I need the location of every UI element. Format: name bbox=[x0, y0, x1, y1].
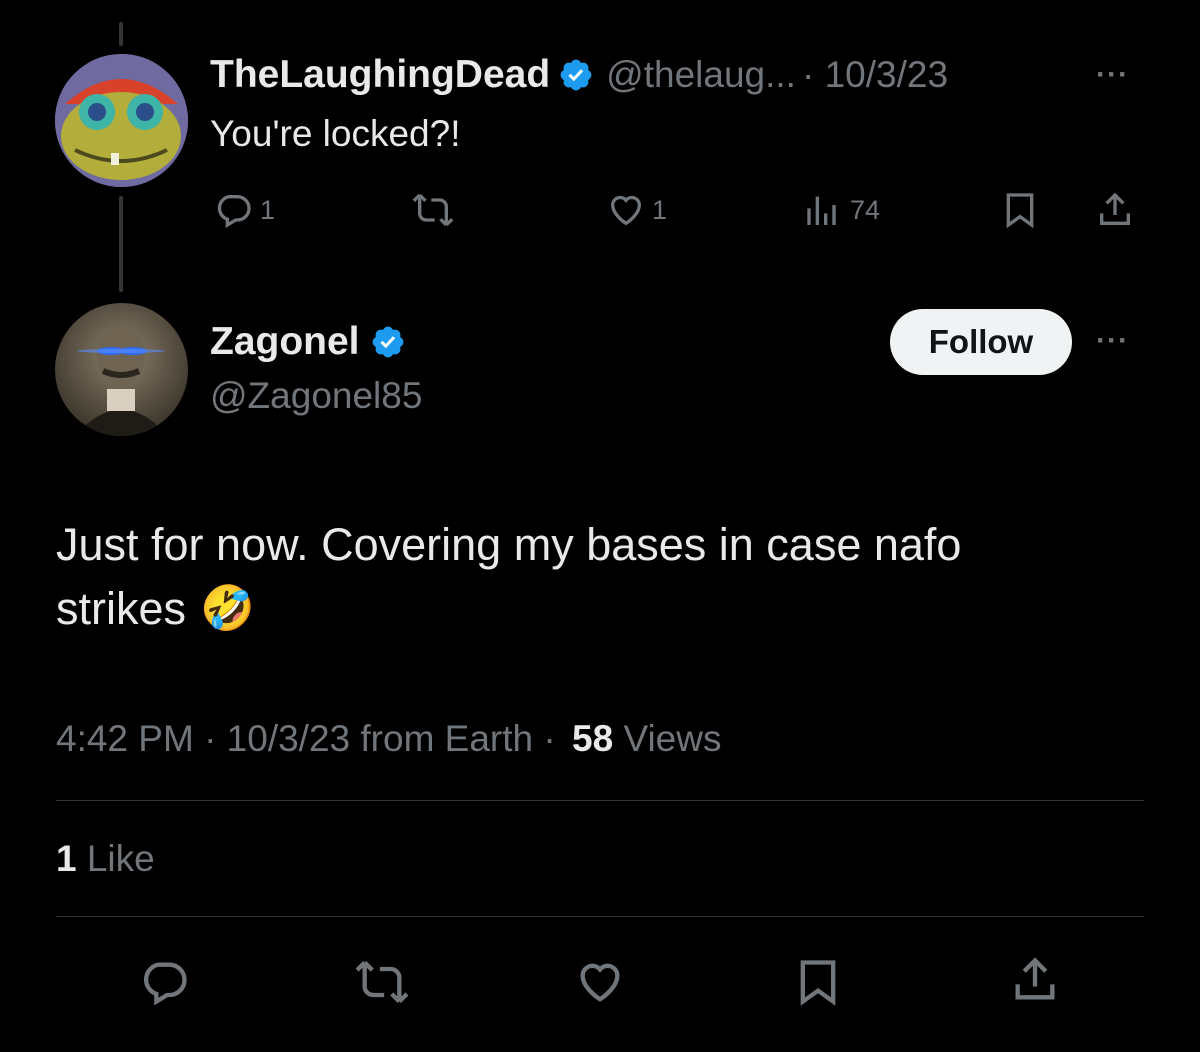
retweet-icon bbox=[355, 960, 409, 1004]
avatar-image bbox=[55, 54, 188, 187]
like-count: 1 bbox=[652, 194, 668, 225]
reply-button[interactable] bbox=[139, 956, 191, 1008]
tweet-timestamp[interactable]: 4:42 PM · 10/3/23 from Earth · bbox=[56, 718, 556, 759]
rofl-emoji: 🤣 bbox=[200, 584, 255, 633]
retweet-icon bbox=[412, 193, 454, 227]
display-name[interactable]: TheLaughingDead bbox=[210, 53, 550, 97]
avatar-image bbox=[55, 303, 188, 436]
bookmark-button[interactable] bbox=[792, 956, 844, 1008]
verified-icon bbox=[560, 59, 592, 91]
views-action-small[interactable]: 74 bbox=[804, 190, 880, 230]
verified-icon bbox=[372, 326, 403, 358]
like-button[interactable] bbox=[573, 956, 627, 1008]
like-icon bbox=[610, 195, 642, 226]
views-label: Views bbox=[623, 718, 722, 759]
tweet-text-word: strikes bbox=[56, 583, 187, 634]
handle[interactable]: @Zagonel85 bbox=[210, 375, 422, 417]
tweet-text-line2: strikes 🤣 bbox=[56, 577, 1146, 641]
share-icon bbox=[1015, 957, 1055, 1000]
handle[interactable]: @thelaug... bbox=[606, 54, 796, 96]
reply-icon bbox=[143, 962, 187, 1006]
share-action-small[interactable] bbox=[1095, 190, 1135, 230]
divider-top bbox=[56, 800, 1144, 801]
display-name[interactable]: Zagonel bbox=[210, 320, 360, 364]
more-options-reply[interactable]: ··· bbox=[1096, 58, 1129, 92]
view-count: 74 bbox=[850, 194, 881, 225]
retweet-action-small[interactable] bbox=[411, 190, 455, 230]
reply-text: You're locked?! bbox=[210, 113, 461, 154]
bookmark-action-small[interactable] bbox=[1000, 190, 1040, 230]
reply-icon bbox=[217, 195, 251, 228]
reply-header: TheLaughingDead @thelaug... · 10/3/23 bbox=[210, 52, 948, 98]
tweet-text-line1: Just for now. Covering my bases in case … bbox=[56, 519, 962, 570]
tweet-meta: 4:42 PM · 10/3/23 from Earth · 58 Views bbox=[56, 718, 721, 760]
more-options-tweet[interactable]: ··· bbox=[1096, 324, 1129, 358]
avatar-thelaughingdead[interactable] bbox=[55, 54, 188, 187]
like-action-small[interactable]: 1 bbox=[606, 190, 667, 230]
divider-bottom bbox=[56, 916, 1144, 917]
thread-line-top bbox=[119, 22, 123, 46]
likes-label: Like bbox=[86, 838, 155, 879]
bookmark-icon bbox=[1006, 193, 1034, 229]
tweet-header: Zagonel bbox=[210, 318, 406, 366]
reply-count: 1 bbox=[260, 194, 276, 225]
retweet-button[interactable] bbox=[353, 956, 411, 1008]
share-button[interactable] bbox=[1009, 954, 1061, 1006]
avatar-zagonel[interactable] bbox=[55, 303, 188, 436]
thread-line bbox=[119, 196, 123, 292]
share-icon bbox=[1100, 192, 1130, 225]
views-icon bbox=[807, 196, 836, 225]
bookmark-icon bbox=[800, 960, 836, 1006]
like-icon bbox=[580, 963, 620, 1002]
tweet-text: Just for now. Covering my bases in case … bbox=[56, 513, 1146, 641]
likes-count: 1 bbox=[56, 838, 77, 879]
likes-summary[interactable]: 1 Like bbox=[56, 838, 155, 880]
reply-action-small[interactable]: 1 bbox=[214, 190, 275, 230]
views-count: 58 bbox=[572, 718, 614, 759]
tweet-date[interactable]: · 10/3/23 bbox=[802, 54, 948, 96]
follow-button[interactable]: Follow bbox=[890, 309, 1072, 375]
